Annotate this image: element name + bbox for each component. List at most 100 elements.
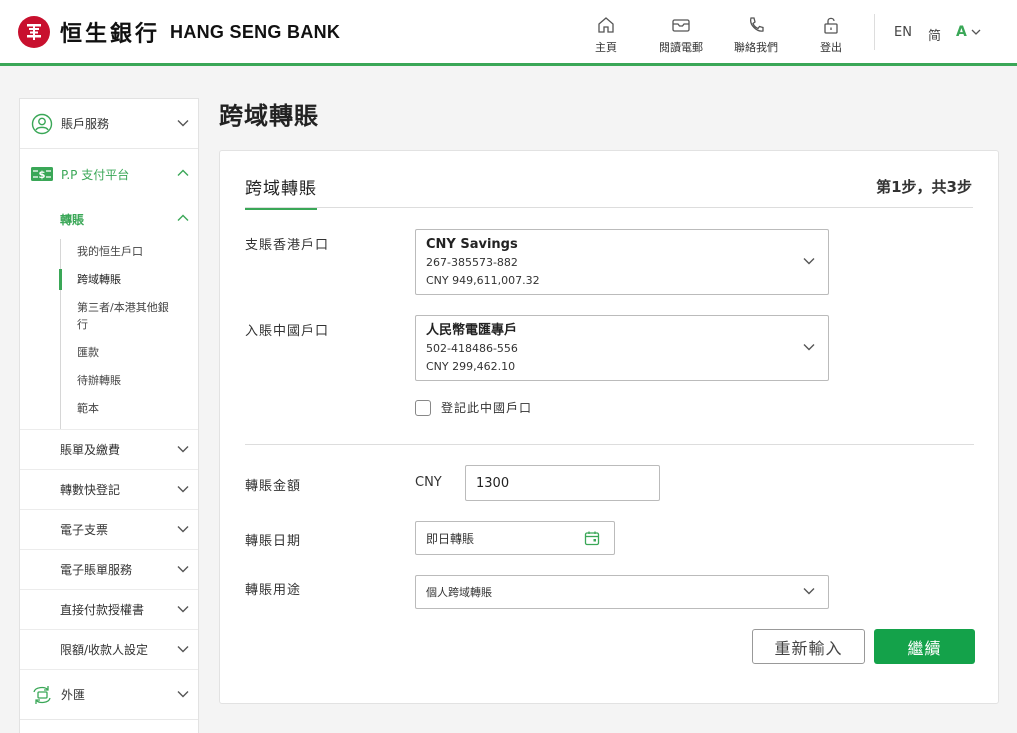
bank-logo[interactable]: 恒生銀行 HANG SENG BANK <box>18 16 340 48</box>
chevron-down-icon <box>177 525 189 532</box>
transfer-form-card: 跨域轉賬 第1步，共3步 支賬香港戶口 CNY Savings 267-3855… <box>219 150 999 704</box>
amount-input[interactable] <box>465 465 660 501</box>
to-account-name: 人民幣電匯專戶 <box>426 323 518 338</box>
section-divider <box>245 444 974 445</box>
sidebar-item-label: 轉數快登記 <box>60 483 121 497</box>
submenu-templates[interactable]: 範本 <box>61 400 198 417</box>
fx-exchange-icon <box>30 683 54 707</box>
amount-label: 轉賬金額 <box>245 479 302 494</box>
to-account-label: 入賬中國戶口 <box>245 324 330 339</box>
calendar-icon[interactable] <box>584 530 600 546</box>
sidebar-item-label: 賬單及繳費 <box>60 443 121 457</box>
nav-home[interactable]: 主頁 <box>571 14 641 55</box>
logo-chinese-name: 恒生銀行 <box>60 21 161 47</box>
chevron-down-icon <box>803 588 815 595</box>
mail-icon <box>671 14 691 36</box>
submenu-my-accounts[interactable]: 我的恒生戶口 <box>61 239 198 260</box>
nav-logout[interactable]: 登出 <box>796 14 866 55</box>
sidebar-item-label: 賬戶服務 <box>61 117 110 131</box>
sidebar-item-limit-payee[interactable]: 限額/收款人設定 <box>20 630 198 670</box>
nav-contact[interactable]: 聯絡我們 <box>721 14 791 55</box>
nav-contact-label: 聯絡我們 <box>734 41 778 54</box>
register-account-checkbox[interactable] <box>415 399 431 416</box>
sidebar-item-label: 直接付款授權書 <box>60 603 145 617</box>
sidebar-item-fps[interactable]: 轉數快登記 <box>20 470 198 510</box>
reset-button[interactable]: 重新輸入 <box>752 629 865 664</box>
chevron-down-icon <box>177 445 189 452</box>
tab-underline-divider <box>245 207 973 208</box>
svg-text:$: $ <box>39 170 46 181</box>
transfer-section: 轉賬 我的恒生戶口 跨域轉賬 第三者/本港其他銀行 匯款 待辦轉賬 範本 <box>20 199 198 430</box>
nav-logout-label: 登出 <box>820 41 842 54</box>
chevron-down-icon <box>971 29 981 35</box>
chevron-down-icon <box>177 645 189 652</box>
sidebar-item-label: 轉賬 <box>60 212 85 227</box>
sidebar-item-fx[interactable]: 外匯 <box>20 670 198 720</box>
page-title: 跨域轉賬 <box>219 102 319 130</box>
nav-mail-label: 閱讀電郵 <box>659 41 703 54</box>
date-value: 即日轉賬 <box>426 531 475 546</box>
step-indicator: 第1步，共3步 <box>876 178 972 196</box>
chevron-up-icon <box>177 214 189 221</box>
purpose-select[interactable]: 個人跨域轉賬 <box>415 575 829 609</box>
chevron-down-icon <box>177 605 189 612</box>
sidebar-item-ebill[interactable]: 電子賬單服務 <box>20 550 198 590</box>
to-account-balance: CNY 299,462.10 <box>426 360 516 373</box>
sidebar-item-payment-platform[interactable]: $ P.P 支付平台 <box>20 149 198 199</box>
from-account-name: CNY Savings <box>426 237 518 252</box>
money-transfer-icon: $ <box>30 162 54 186</box>
purpose-label: 轉賬用途 <box>245 583 302 598</box>
top-header: 恒生銀行 HANG SENG BANK 主頁 閱讀電郵 聯絡我們 登出 EN 简… <box>0 0 1017 66</box>
sidebar: 賬戶服務 $ P.P 支付平台 轉賬 我的恒生戶口 跨域轉賬 第三者/本港其他銀… <box>19 98 199 733</box>
font-size-label: A <box>956 24 967 40</box>
chevron-down-icon <box>177 485 189 492</box>
transfer-submenu: 我的恒生戶口 跨域轉賬 第三者/本港其他銀行 匯款 待辦轉賬 範本 <box>59 239 198 429</box>
submenu-pending-transfers[interactable]: 待辦轉賬 <box>61 372 198 389</box>
from-account-label: 支賬香港戶口 <box>245 238 330 253</box>
register-account-checkbox-row[interactable]: 登記此中國戶口 <box>415 399 532 416</box>
purpose-value: 個人跨域轉賬 <box>426 586 492 599</box>
to-account-number: 502-418486-556 <box>426 342 518 355</box>
submenu-cross-boundary-transfer[interactable]: 跨域轉賬 <box>59 269 198 290</box>
sidebar-item-label: 限額/收款人設定 <box>60 643 149 657</box>
register-account-label: 登記此中國戶口 <box>441 401 533 415</box>
chevron-down-icon <box>803 344 815 351</box>
to-account-select[interactable]: 人民幣電匯專戶 502-418486-556 CNY 299,462.10 <box>415 315 829 381</box>
sidebar-item-echeque[interactable]: 電子支票 <box>20 510 198 550</box>
from-account-number: 267-385573-882 <box>426 256 518 269</box>
font-size-toggle[interactable]: A <box>956 24 981 40</box>
sidebar-item-bills[interactable]: 賬單及繳費 <box>20 430 198 470</box>
date-label: 轉賬日期 <box>245 534 302 549</box>
submenu-remittance[interactable]: 匯款 <box>61 344 198 361</box>
home-icon <box>596 14 616 36</box>
currency-code: CNY <box>415 475 442 490</box>
nav-mail[interactable]: 閱讀電郵 <box>646 14 716 55</box>
chevron-down-icon <box>177 690 189 697</box>
sidebar-item-label: P.P 支付平台 <box>61 167 130 182</box>
chevron-up-icon <box>177 169 189 176</box>
phone-icon <box>746 14 766 36</box>
sidebar-item-direct-debit[interactable]: 直接付款授權書 <box>20 590 198 630</box>
tab-cross-boundary-transfer[interactable]: 跨域轉賬 <box>245 174 317 210</box>
submenu-third-party[interactable]: 第三者/本港其他銀行 <box>61 299 171 333</box>
chevron-down-icon <box>177 565 189 572</box>
lang-english[interactable]: EN <box>894 25 912 40</box>
sidebar-item-label: 電子支票 <box>60 523 109 537</box>
logo-english-name: HANG SENG BANK <box>170 21 341 42</box>
sidebar-item-account-services[interactable]: 賬戶服務 <box>20 99 198 149</box>
header-divider <box>874 14 875 50</box>
user-icon <box>30 112 54 136</box>
chevron-down-icon <box>803 258 815 265</box>
lang-simplified[interactable]: 简 <box>928 25 941 44</box>
sidebar-item-label: 電子賬單服務 <box>60 563 133 577</box>
chevron-down-icon <box>177 119 189 126</box>
continue-button[interactable]: 繼續 <box>874 629 975 664</box>
lock-icon <box>821 14 841 36</box>
sidebar-item-transfer[interactable]: 轉賬 <box>20 199 198 239</box>
nav-home-label: 主頁 <box>595 41 617 54</box>
logo-mark-icon <box>18 16 50 48</box>
from-account-select[interactable]: CNY Savings 267-385573-882 CNY 949,611,0… <box>415 229 829 295</box>
date-picker[interactable]: 即日轉賬 <box>415 521 615 555</box>
sidebar-item-label: 外匯 <box>61 688 86 702</box>
from-account-balance: CNY 949,611,007.32 <box>426 274 540 287</box>
